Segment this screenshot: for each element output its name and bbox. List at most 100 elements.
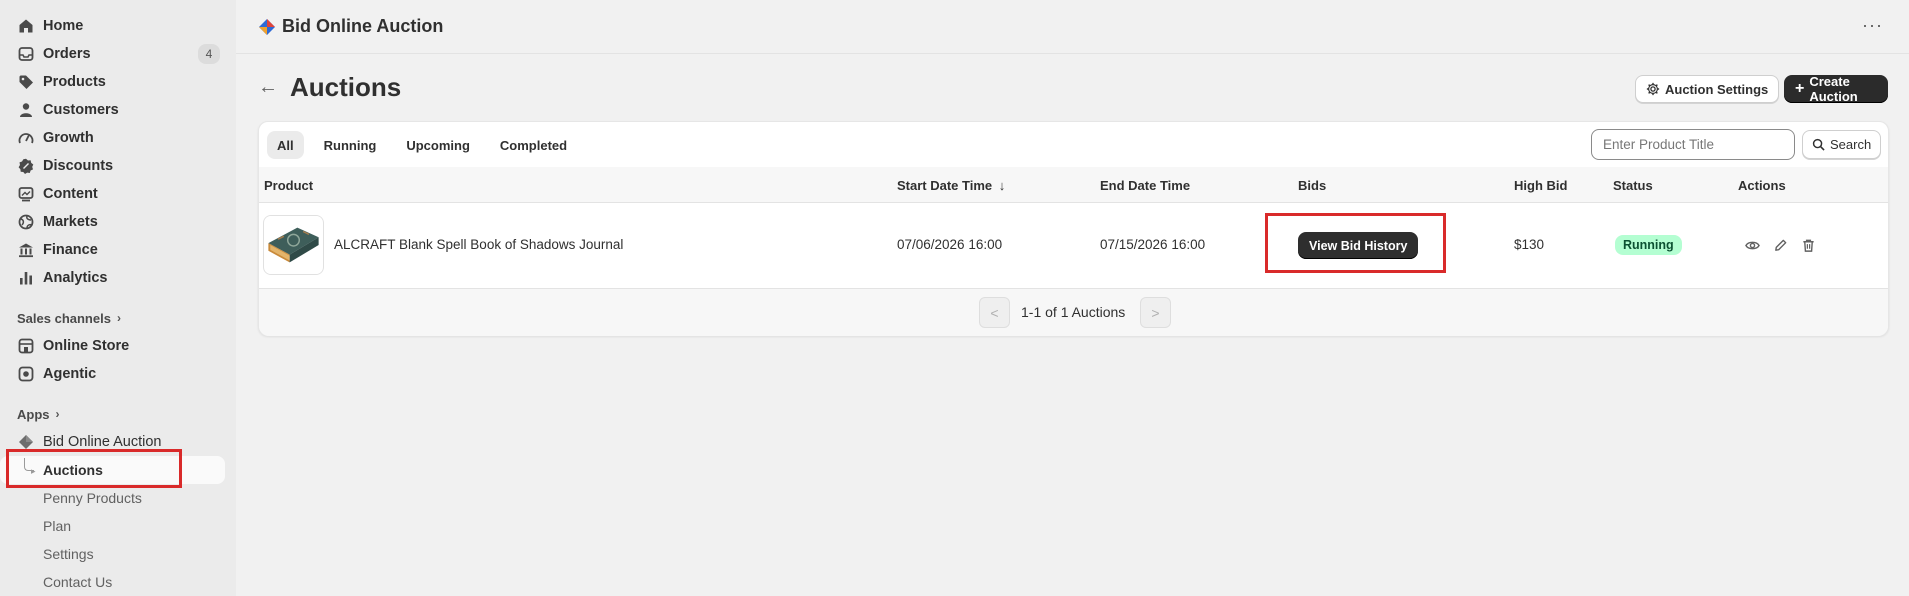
bar-chart-icon xyxy=(17,270,34,287)
auction-settings-button[interactable]: Auction Settings xyxy=(1635,75,1780,103)
delete-trash-icon[interactable] xyxy=(1799,236,1817,254)
product-title[interactable]: ALCRAFT Blank Spell Book of Shadows Jour… xyxy=(334,237,623,252)
nav-auctions-label: Auctions xyxy=(43,462,103,478)
nav-penny-products[interactable]: Penny Products xyxy=(0,484,236,512)
nav-content[interactable]: Content xyxy=(0,180,236,208)
nav-plan[interactable]: Plan xyxy=(0,512,236,540)
nav-growth[interactable]: Growth xyxy=(0,124,236,152)
app-header: Bid Online Auction ··· xyxy=(236,0,1909,54)
nav-markets[interactable]: Markets xyxy=(0,208,236,236)
back-arrow-icon[interactable]: ← xyxy=(258,76,278,99)
nav-auctions[interactable]: ▸ Auctions xyxy=(0,456,225,484)
nav-contact-us-label: Contact Us xyxy=(43,574,113,590)
column-status: Status xyxy=(1613,178,1653,193)
search-button[interactable]: Search xyxy=(1802,130,1882,159)
tag-icon xyxy=(17,74,34,91)
nav-contact-us[interactable]: Contact Us xyxy=(0,568,236,596)
product-thumbnail xyxy=(263,215,324,275)
nav-finance-label: Finance xyxy=(43,242,98,258)
gear-icon xyxy=(1646,82,1660,96)
product-title-search-input[interactable] xyxy=(1591,129,1795,160)
main-content: Bid Online Auction ··· ← Auctions Auctio… xyxy=(236,0,1909,596)
gauge-icon xyxy=(17,130,34,147)
next-page-button[interactable]: > xyxy=(1140,297,1171,328)
create-auction-button[interactable]: + Create Auction xyxy=(1784,74,1888,104)
tab-all[interactable]: All xyxy=(267,131,304,159)
chevron-right-icon: › xyxy=(116,311,121,325)
nav-customers-label: Customers xyxy=(43,102,119,118)
nav-settings[interactable]: Settings xyxy=(0,540,236,568)
app-logo-icon xyxy=(17,434,34,451)
tab-completed[interactable]: Completed xyxy=(490,131,577,159)
store-icon xyxy=(17,338,34,355)
nav-online-store-label: Online Store xyxy=(43,338,130,354)
view-bid-history-button[interactable]: View Bid History xyxy=(1298,232,1419,259)
column-high-bid: High Bid xyxy=(1514,178,1568,193)
nav-orders[interactable]: Orders 4 xyxy=(0,40,236,68)
nav-app-label: Bid Online Auction xyxy=(43,434,162,450)
tab-upcoming[interactable]: Upcoming xyxy=(396,131,480,159)
globe-icon xyxy=(17,214,34,231)
high-bid-cell: $130 xyxy=(1514,237,1545,252)
discount-icon xyxy=(17,158,34,175)
column-product: Product xyxy=(264,178,314,193)
edit-pencil-icon[interactable] xyxy=(1771,236,1789,254)
table-row[interactable]: ALCRAFT Blank Spell Book of Shadows Jour… xyxy=(259,203,1888,289)
nav-analytics-label: Analytics xyxy=(43,270,108,286)
column-start-date[interactable]: Start Date Time ↓ xyxy=(897,178,1005,193)
sales-channels-label: Sales channels xyxy=(17,310,111,326)
nav-content-label: Content xyxy=(43,186,98,202)
more-actions-icon[interactable]: ··· xyxy=(1862,15,1883,36)
nav-discounts[interactable]: Discounts xyxy=(0,152,236,180)
pagination-bar: < 1-1 of 1 Auctions > xyxy=(259,289,1888,336)
column-end-date: End Date Time xyxy=(1100,178,1191,193)
sales-channels-header[interactable]: Sales channels › xyxy=(0,304,236,332)
sort-down-icon: ↓ xyxy=(998,178,1006,193)
nav-growth-label: Growth xyxy=(43,130,94,146)
nav-bid-online-auction[interactable]: Bid Online Auction xyxy=(0,428,236,456)
nav-online-store[interactable]: Online Store xyxy=(0,332,236,360)
arrow-right-icon: ▸ xyxy=(31,466,36,476)
plus-icon: + xyxy=(1795,80,1805,97)
nav-settings-label: Settings xyxy=(43,546,94,562)
chevron-right-icon: › xyxy=(55,407,60,421)
pagination-summary: 1-1 of 1 Auctions xyxy=(1021,304,1126,320)
create-auction-label: Create Auction xyxy=(1809,74,1858,104)
nav-customers[interactable]: Customers xyxy=(0,96,236,124)
column-bids: Bids xyxy=(1298,178,1327,193)
previous-page-button[interactable]: < xyxy=(979,297,1010,328)
nav-analytics[interactable]: Analytics xyxy=(0,264,236,292)
tab-running[interactable]: Running xyxy=(314,131,387,159)
nav-markets-label: Markets xyxy=(43,214,98,230)
table-header: Product Start Date Time ↓ End Date Time … xyxy=(259,167,1888,203)
nav-home[interactable]: Home xyxy=(0,12,236,40)
app-logo-icon xyxy=(259,18,275,35)
nav-agentic[interactable]: Agentic xyxy=(0,360,236,388)
search-icon xyxy=(1812,138,1825,151)
home-icon xyxy=(17,18,34,35)
page-header: ← Auctions Auction Settings + Create Auc… xyxy=(258,70,1888,106)
apps-header[interactable]: Apps › xyxy=(0,400,236,428)
app-title: Bid Online Auction xyxy=(282,16,444,36)
inbox-icon xyxy=(17,46,34,63)
nav-agentic-label: Agentic xyxy=(43,366,97,382)
nav-orders-label: Orders xyxy=(43,46,91,62)
auctions-card: All Running Upcoming Completed Search Pr… xyxy=(258,121,1889,336)
nav-products-label: Products xyxy=(43,74,106,90)
status-badge: Running xyxy=(1615,235,1682,255)
person-icon xyxy=(17,102,34,119)
apps-label: Apps xyxy=(17,406,50,422)
end-date-cell: 07/15/2026 16:00 xyxy=(1100,237,1206,252)
bank-icon xyxy=(17,242,34,259)
column-actions: Actions xyxy=(1738,178,1786,193)
start-date-cell: 07/06/2026 16:00 xyxy=(897,237,1003,252)
book-image-icon xyxy=(264,216,323,274)
nav-finance[interactable]: Finance xyxy=(0,236,236,264)
page-title: Auctions xyxy=(290,72,402,102)
nav-penny-products-label: Penny Products xyxy=(43,490,142,506)
nav-products[interactable]: Products xyxy=(0,68,236,96)
search-button-label: Search xyxy=(1830,137,1872,152)
view-eye-icon[interactable] xyxy=(1743,236,1761,254)
